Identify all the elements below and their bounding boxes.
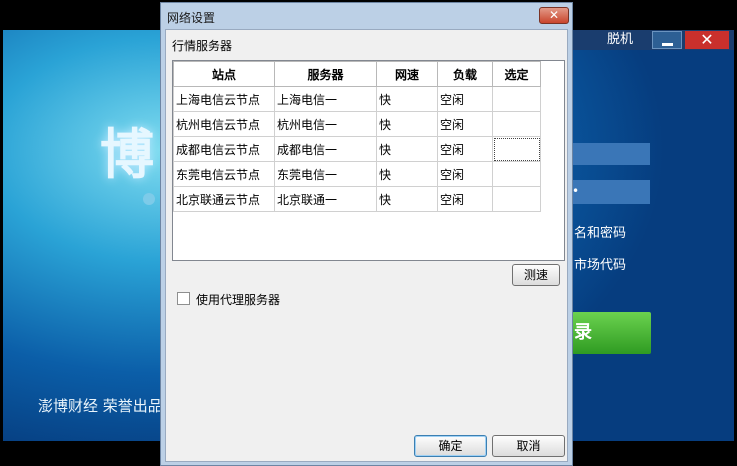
cell-selected[interactable] xyxy=(492,136,541,162)
cell-speed: 快 xyxy=(376,161,438,187)
cell-speed: 快 xyxy=(376,136,438,162)
cell-site: 杭州电信云节点 xyxy=(173,111,275,137)
offline-button[interactable]: 脱机 xyxy=(590,30,650,50)
proxy-checkbox-label[interactable]: 使用代理服务器 xyxy=(196,291,280,308)
dialog-title: 网络设置 xyxy=(167,11,216,25)
username-field[interactable] xyxy=(572,143,650,165)
cell-server: 东莞电信一 xyxy=(274,161,377,187)
cell-load: 空闲 xyxy=(437,186,493,212)
brand-dot xyxy=(143,193,155,205)
cell-selected[interactable] xyxy=(492,161,541,187)
cell-server: 上海电信一 xyxy=(274,86,377,112)
column-header-speed[interactable]: 网速 xyxy=(376,61,438,87)
table-row[interactable]: 成都电信云节点 成都电信一 快 空闲 xyxy=(173,136,541,162)
table-row[interactable]: 北京联通云节点 北京联通一 快 空闲 xyxy=(173,186,541,212)
cell-site: 东莞电信云节点 xyxy=(173,161,275,187)
cell-server: 成都电信一 xyxy=(274,136,377,162)
speed-test-button[interactable]: 测速 xyxy=(512,264,560,286)
brand-title: 博 xyxy=(100,123,154,186)
brand-slogan: 澎博财经 荣誉出品 xyxy=(38,397,163,415)
table-header-row: 站点 服务器 网速 负载 选定 xyxy=(173,61,541,87)
cell-site: 成都电信云节点 xyxy=(173,136,275,162)
cell-speed: 快 xyxy=(376,86,438,112)
table-row[interactable]: 上海电信云节点 上海电信一 快 空闲 xyxy=(173,86,541,112)
cell-site: 北京联通云节点 xyxy=(173,186,275,212)
cell-selected[interactable] xyxy=(492,111,541,137)
column-header-selected[interactable]: 选定 xyxy=(492,61,541,87)
market-code-option[interactable]: 市场代码 xyxy=(574,254,626,273)
cell-server: 北京联通一 xyxy=(274,186,377,212)
password-field[interactable]: • xyxy=(572,180,650,204)
cell-load: 空闲 xyxy=(437,86,493,112)
cell-speed: 快 xyxy=(376,186,438,212)
column-header-server[interactable]: 服务器 xyxy=(274,61,377,87)
close-button[interactable]: ✕ xyxy=(685,31,729,49)
server-table: 站点 服务器 网速 负载 选定 上海电信云节点 上海电信一 快 空闲 杭州电信云… xyxy=(173,61,541,212)
table-row[interactable]: 杭州电信云节点 杭州电信一 快 空闲 xyxy=(173,111,541,137)
column-header-site[interactable]: 站点 xyxy=(173,61,275,87)
dialog-close-button[interactable]: ✕ xyxy=(539,7,569,24)
cell-selected[interactable] xyxy=(492,186,541,212)
cell-selected[interactable] xyxy=(492,86,541,112)
ok-button[interactable]: 确定 xyxy=(414,435,487,457)
quote-server-label: 行情服务器 xyxy=(172,39,233,53)
dialog-body: 行情服务器 站点 服务器 网速 负载 选定 上海电信云节点 上海电信一 快 空闲… xyxy=(165,29,568,462)
cell-server: 杭州电信一 xyxy=(274,111,377,137)
server-list[interactable]: 站点 服务器 网速 负载 选定 上海电信云节点 上海电信一 快 空闲 杭州电信云… xyxy=(172,60,565,261)
cell-site: 上海电信云节点 xyxy=(173,86,275,112)
cell-load: 空闲 xyxy=(437,111,493,137)
proxy-checkbox[interactable] xyxy=(177,292,190,305)
login-button[interactable]: 录 xyxy=(572,312,651,354)
remember-credentials-option[interactable]: 名和密码 xyxy=(574,222,626,241)
cell-load: 空闲 xyxy=(437,161,493,187)
cell-load: 空闲 xyxy=(437,136,493,162)
column-header-load[interactable]: 负载 xyxy=(437,61,493,87)
table-row[interactable]: 东莞电信云节点 东莞电信一 快 空闲 xyxy=(173,161,541,187)
network-settings-dialog: 网络设置 ✕ 行情服务器 站点 服务器 网速 负载 选定 上海电信云节点 上海电… xyxy=(160,2,573,466)
cancel-button[interactable]: 取消 xyxy=(492,435,565,457)
minimize-icon xyxy=(662,43,673,46)
cell-speed: 快 xyxy=(376,111,438,137)
minimize-button[interactable] xyxy=(652,31,682,49)
